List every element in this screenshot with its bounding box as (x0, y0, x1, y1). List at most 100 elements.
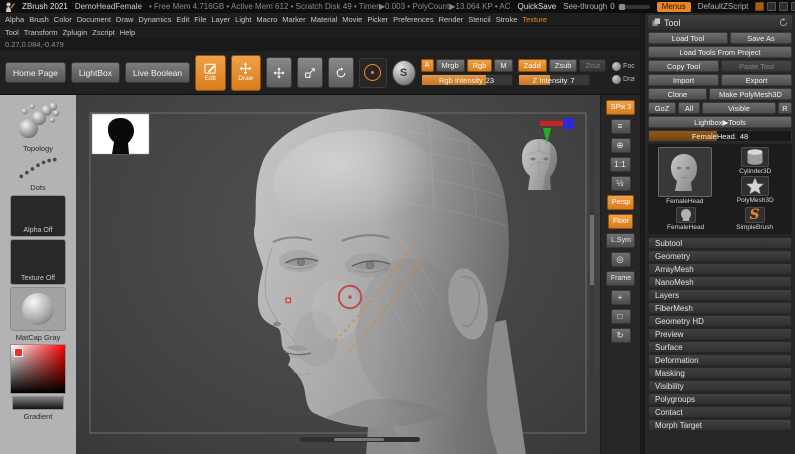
alpha-thumbnail[interactable]: Alpha Off (10, 194, 66, 237)
current-stroke-thumbnail[interactable] (16, 155, 60, 181)
current-color-swatch[interactable] (14, 348, 23, 358)
sculptris-pro-button[interactable]: S (391, 59, 416, 86)
tool-subpalette-header[interactable]: Layers (648, 289, 792, 301)
move-canvas-icon[interactable]: + (610, 290, 631, 305)
texture-thumbnail[interactable]: Texture Off (10, 238, 66, 285)
goz-r-button[interactable]: R (778, 102, 792, 114)
copy-tool-button[interactable]: Copy Tool (648, 60, 719, 72)
scale-mode-button[interactable] (297, 57, 323, 88)
color-swatch-icon[interactable] (755, 2, 765, 11)
menu-item[interactable]: Movie (342, 15, 362, 24)
solo-mode-icon[interactable]: ◎ (610, 252, 631, 267)
silhouette-thumbnail[interactable] (91, 113, 150, 155)
load-tool-button[interactable]: Load Tool (648, 32, 728, 44)
tool-subpalette-header[interactable]: Contact (648, 406, 792, 418)
tool-subpalette-header[interactable]: Morph Target (648, 419, 792, 431)
home-page-button[interactable]: Home Page (5, 62, 66, 83)
tool-thumbnail-cylinder3d[interactable] (741, 147, 770, 167)
tool-thumbnail-polymesh3d[interactable] (741, 176, 770, 196)
load-tools-from-project-button[interactable]: Load Tools From Project (648, 46, 792, 58)
tool-subpalette-header[interactable]: Visibility (648, 380, 792, 392)
menu-item[interactable]: Document (77, 15, 111, 24)
menu-item[interactable]: Dynamics (138, 15, 171, 24)
zadd-button[interactable]: Zadd (517, 59, 547, 72)
move-mode-button[interactable] (266, 57, 292, 88)
menu-item[interactable]: Picker (367, 15, 388, 24)
frame-mesh-icon[interactable]: Frame (605, 271, 636, 286)
see-through-track[interactable] (617, 3, 650, 10)
menu-item[interactable]: Render (439, 15, 464, 24)
menu-item[interactable]: Zplugin (63, 28, 88, 37)
window-layout-icon[interactable] (779, 2, 789, 11)
menu-item[interactable]: Color (54, 15, 72, 24)
restore-configuration-icon[interactable] (779, 18, 788, 27)
tool-thumbnail-simplebrush[interactable]: S (744, 207, 765, 223)
active-tool-thumbnail[interactable] (657, 147, 712, 197)
m-button[interactable]: M (494, 59, 513, 72)
goz-all-button[interactable]: All (678, 102, 700, 114)
zoom-canvas-icon[interactable]: ⊕ (610, 138, 631, 153)
menu-item[interactable]: Layer (211, 15, 230, 24)
anchor-button[interactable]: A (420, 59, 434, 72)
tool-subpalette-header[interactable]: Polygroups (648, 393, 792, 405)
menu-item[interactable]: Texture (522, 15, 547, 24)
menu-item[interactable]: Stroke (496, 15, 518, 24)
menu-item[interactable]: Tool (5, 28, 19, 37)
help-icon[interactable] (791, 2, 795, 11)
actual-size-icon[interactable]: 1:1 (610, 157, 631, 172)
sculpt-canvas[interactable] (76, 95, 600, 454)
tool-subpalette-header[interactable]: Masking (648, 367, 792, 379)
make-polymesh3d-button[interactable]: Make PolyMesh3D (708, 88, 792, 100)
paste-tool-button[interactable]: Paste Tool (721, 60, 792, 72)
menu-item[interactable]: Transform (24, 28, 58, 37)
tool-subpalette-header[interactable]: Subtool (648, 237, 792, 249)
zsub-button[interactable]: Zsub (548, 59, 578, 72)
tool-subpalette-header[interactable]: Surface (648, 341, 792, 353)
tool-subpalette-header[interactable]: FiberMesh (648, 302, 792, 314)
rotate-mode-button[interactable] (327, 57, 354, 88)
z-intensity-slider[interactable]: Z Intensity 7 (517, 74, 590, 86)
lightbox-button[interactable]: LightBox (70, 62, 120, 83)
menu-item[interactable]: Stencil (468, 15, 491, 24)
tool-subpalette-header[interactable]: NanoMesh (648, 276, 792, 288)
menu-item[interactable]: Material (311, 15, 338, 24)
tool-thumbnail-femalehead[interactable] (675, 207, 696, 223)
menu-item[interactable]: Preferences (393, 15, 433, 24)
floor-grid-toggle[interactable]: Floor (608, 214, 633, 229)
rgb-button[interactable]: Rgb (466, 59, 493, 72)
spix-slider[interactable]: SPix 3 (605, 100, 636, 115)
focal-shift-slider[interactable]: Focal (612, 61, 635, 71)
draw-size-slider[interactable]: Draw (612, 74, 635, 84)
scale-canvas-icon[interactable]: □ (610, 309, 631, 324)
rgb-intensity-slider[interactable]: Rgb Intensity 23 (420, 74, 513, 86)
menu-item[interactable]: Light (235, 15, 251, 24)
menu-item[interactable]: Brush (29, 15, 49, 24)
menu-item[interactable]: Draw (116, 15, 134, 24)
export-button[interactable]: Export (721, 74, 792, 86)
see-through-handle[interactable] (618, 3, 625, 10)
mrgb-button[interactable]: Mrgb (435, 59, 465, 72)
tool-subpalette-header[interactable]: ArrayMesh (648, 263, 792, 275)
tool-subpalette-header[interactable]: Deformation (648, 354, 792, 366)
edit-mode-button[interactable]: Edit (195, 54, 226, 91)
live-boolean-button[interactable]: Live Boolean (124, 62, 191, 83)
current-brush-thumbnail[interactable] (14, 98, 62, 142)
menu-item[interactable]: Help (120, 28, 135, 37)
import-button[interactable]: Import (648, 74, 719, 86)
goz-button[interactable]: GoZ (648, 102, 676, 114)
local-symmetry-toggle[interactable]: L.Sym (606, 233, 635, 248)
clone-button[interactable]: Clone (648, 88, 707, 100)
material-thumbnail[interactable] (10, 286, 66, 331)
see-through-slider[interactable]: See-through 0 (563, 2, 650, 11)
gradient-color-swatch[interactable] (12, 396, 64, 411)
tool-subpalette-header[interactable]: Geometry HD (648, 315, 792, 327)
menu-item[interactable]: Edit (176, 15, 189, 24)
menus-toggle[interactable]: Menus (656, 1, 691, 12)
menu-item[interactable]: Macro (256, 15, 277, 24)
menu-item[interactable]: Alpha (5, 15, 24, 24)
quicksave-button[interactable]: QuickSave (518, 2, 557, 11)
ui-config-icon[interactable] (767, 2, 777, 11)
stroke-preview-button[interactable] (358, 57, 387, 88)
rotate-canvas-icon[interactable]: ↻ (610, 328, 631, 343)
aa-half-icon[interactable]: ½ (610, 176, 631, 191)
